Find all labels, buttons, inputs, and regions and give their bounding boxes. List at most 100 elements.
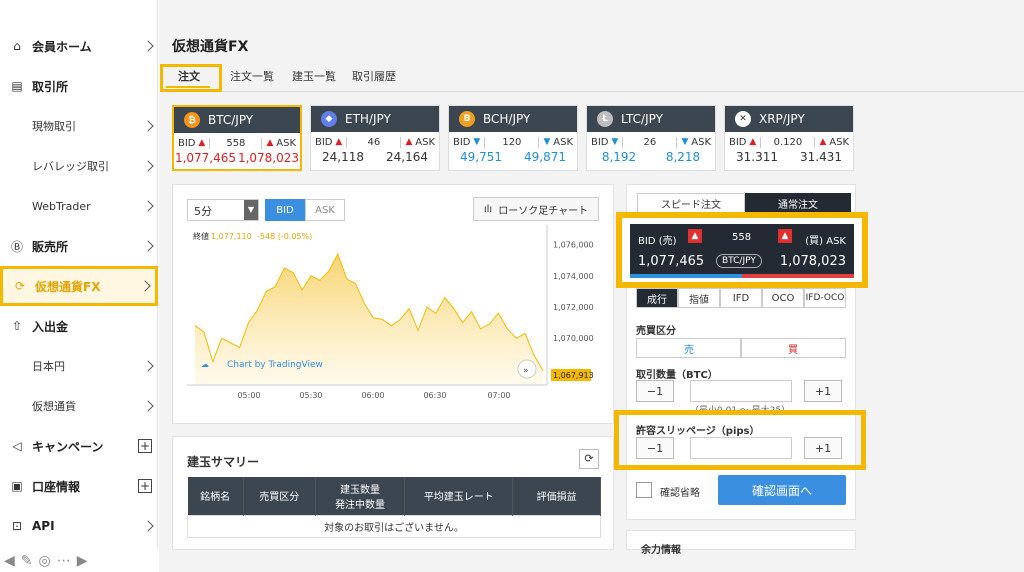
sidebar-item-7[interactable]: ⇧ 入出金 <box>0 306 158 346</box>
sell-button[interactable]: 売 <box>636 338 742 358</box>
slippage-minus-button[interactable]: −1 <box>636 437 674 459</box>
plus-icon[interactable]: + <box>138 479 152 493</box>
spread: 46 <box>346 136 402 148</box>
chevron-right-icon <box>142 160 154 172</box>
slippage-input[interactable] <box>690 437 792 459</box>
circle-icon[interactable]: ◎ <box>39 553 51 569</box>
quote-highlight: BID (売) ▲ 558 ▲ (買) ASK 1,077,465 BTC/JP… <box>616 212 868 288</box>
spread: 0.120 <box>760 136 816 148</box>
coin-icon: ◆ <box>321 111 337 127</box>
sidebar-item-4[interactable]: WebTrader <box>0 186 158 226</box>
order-type-3[interactable]: OCO <box>762 288 804 308</box>
bid-label: BID <box>591 136 609 148</box>
ask-price: 1,078,023 <box>237 151 300 165</box>
sidebar-item-label: レバレッジ取引 <box>32 160 109 173</box>
more-icon[interactable]: ⋯ <box>57 553 71 569</box>
pair-card-1[interactable]: ◆ ETH/JPY BID ▲ 46 ▲ ASK 24,118 24,164 <box>310 105 440 171</box>
pair-card-2[interactable]: B BCH/JPY BID ▼ 120 ▼ ASK 49,751 49,871 <box>448 105 578 171</box>
x-tick-label: 05:00 <box>237 391 260 400</box>
quantity-input[interactable] <box>690 380 792 402</box>
exchange-icon: ⟳ <box>14 279 26 293</box>
bid-price: 49,751 <box>460 150 502 164</box>
forward-icon[interactable]: ▶ <box>77 553 88 569</box>
pair-card-header: B BCH/JPY <box>449 106 577 132</box>
summary-title: 建玉サマリー <box>187 455 260 469</box>
sidebar-item-label: 仮想通貨 <box>32 400 76 413</box>
sidebar-item-0[interactable]: ⌂ 会員ホーム <box>0 26 158 66</box>
order-type-4[interactable]: IFD-OCO <box>804 288 846 308</box>
summary-header: 銘柄名 <box>187 477 244 515</box>
side-label: 売買区分 <box>636 326 676 337</box>
legend-change: -548 (-0.05%) <box>257 232 312 241</box>
sidebar-item-label: 仮想通貨FX <box>35 279 101 294</box>
last-price-label: 1,067,913 <box>553 371 594 380</box>
slippage-plus-button[interactable]: +1 <box>804 437 842 459</box>
plus-icon[interactable]: + <box>138 439 152 453</box>
pair-card-3[interactable]: Ł LTC/JPY BID ▼ 26 ▼ ASK 8,192 8,218 <box>586 105 716 171</box>
pen-icon[interactable]: ✎ <box>21 553 33 569</box>
ask-label: ASK <box>829 136 849 148</box>
coin-icon: B <box>459 111 475 127</box>
ask-label: ASK <box>691 136 711 148</box>
sidebar: ⌂ 会員ホーム ▤ 取引所 現物取引レバレッジ取引 WebTrader Ⓑ 販売所 ⟳ 仮想通貨F… <box>0 0 158 548</box>
x-tick-label: 06:00 <box>361 391 384 400</box>
chevron-right-icon <box>142 200 154 212</box>
sidebar-item-2[interactable]: 現物取引 <box>0 106 158 146</box>
quote-ask[interactable]: 1,078,023 <box>780 254 846 269</box>
sidebar-item-9[interactable]: 仮想通貨 <box>0 386 158 426</box>
buy-button[interactable]: 買 <box>740 338 846 358</box>
back-icon[interactable]: ◀ <box>4 553 15 569</box>
tab-speed-order[interactable]: スピード注文 <box>637 193 745 213</box>
position-summary-panel: 建玉サマリー ⟳ 銘柄名 売買区分 建玉数量 発注中数量 平均建玉レート 評価損益 対象… <box>172 436 614 550</box>
down-arrow-icon: ▼ <box>543 137 554 147</box>
up-arrow-icon: ▲ <box>332 137 343 147</box>
sidebar-item-3[interactable]: レバレッジ取引 <box>0 146 158 186</box>
refresh-icon[interactable]: ⟳ <box>579 449 599 469</box>
legend-label: 終値 <box>193 231 209 241</box>
quantity-minus-button[interactable]: −1 <box>636 380 674 402</box>
order-type-1[interactable]: 指値 <box>678 288 720 308</box>
sidebar-item-label: 販売所 <box>32 239 69 254</box>
pair-card-header: ✕ XRP/JPY <box>725 106 853 132</box>
up-arrow-icon: ▲ <box>819 137 830 147</box>
tab-normal-order[interactable]: 通常注文 <box>745 193 851 213</box>
skip-confirm-checkbox[interactable] <box>636 482 652 498</box>
page-title: 仮想通貨FX <box>172 39 249 55</box>
chevron-right-icon <box>139 280 151 292</box>
tab-trade-history[interactable]: 取引履歴 <box>352 68 396 84</box>
chevron-right-icon <box>142 360 154 372</box>
sidebar-item-1[interactable]: ▤ 取引所 <box>0 66 158 106</box>
bitcoin-icon: Ⓑ <box>10 239 23 254</box>
sidebar-item-8[interactable]: 日本円 <box>0 346 158 386</box>
sidebar-item-label: WebTrader <box>32 199 91 213</box>
up-arrow-icon: ▲ <box>688 229 702 243</box>
id-card-icon: ▣ <box>11 479 23 493</box>
chevron-right-icon <box>142 240 154 252</box>
order-type-2[interactable]: IFD <box>720 288 762 308</box>
sidebar-item-10[interactable]: ◁ キャンペーン + <box>0 426 158 466</box>
pair-card-0[interactable]: ₿ BTC/JPY BID ▲ 558 ▲ ASK 1,077,465 1,078,023 <box>172 105 302 171</box>
sidebar-item-6[interactable]: ⟳ 仮想通貨FX <box>0 266 158 306</box>
tab-position-list[interactable]: 建玉一覧 <box>292 68 336 84</box>
bid-price: 8,192 <box>601 150 637 164</box>
y-tick-label: 1,072,000 <box>553 303 594 312</box>
chevron-right-icon <box>142 400 154 412</box>
order-type-0[interactable]: 成行 <box>636 288 678 308</box>
ask-label: ASK <box>553 136 573 148</box>
tradingview-attribution: Chart by TradingView <box>227 360 323 370</box>
home-icon: ⌂ <box>13 39 21 53</box>
spread: 26 <box>622 136 678 148</box>
quote-bid[interactable]: 1,077,465 <box>638 254 704 269</box>
quantity-plus-button[interactable]: +1 <box>804 380 842 402</box>
pair-card-4[interactable]: ✕ XRP/JPY BID ▲ 0.120 ▲ ASK 31.311 31.431 <box>724 105 854 171</box>
coin-icon: ✕ <box>735 111 751 127</box>
pair-name: XRP/JPY <box>759 112 805 126</box>
sidebar-item-5[interactable]: Ⓑ 販売所 <box>0 226 158 266</box>
quote-pair: BTC/JPY <box>716 254 762 268</box>
pair-card-prices: 31.311 31.431 <box>725 150 853 168</box>
sidebar-item-11[interactable]: ▣ 口座情報 + <box>0 466 158 506</box>
confirm-button[interactable]: 確認画面へ <box>718 475 846 505</box>
tab-order-list[interactable]: 注文一覧 <box>230 68 274 84</box>
price-chart[interactable]: 1,076,000 1,074,000 1,072,000 1,070,000 05:0… <box>173 185 615 425</box>
sidebar-item-12[interactable]: ⊡ API <box>0 506 158 546</box>
